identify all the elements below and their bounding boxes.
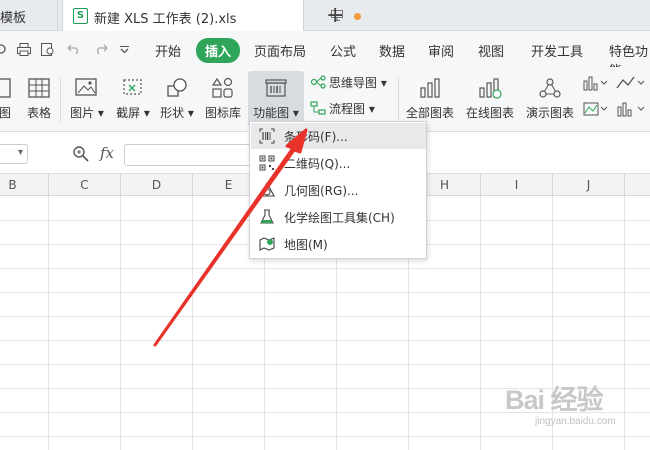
watermark-logo: Bai 经验: [505, 385, 604, 415]
mindmap-button[interactable]: 思维导图 ▾: [329, 74, 387, 91]
new-tab-plus-icon: +: [326, 3, 345, 28]
geometry-menu-label: 几何图(RG)...: [284, 184, 359, 198]
online-chart-tool[interactable]: 在线图表: [462, 71, 518, 127]
toolbar-separator: [398, 77, 399, 123]
menu-formulas[interactable]: 公式: [330, 41, 356, 60]
area-chart-small-icon[interactable]: [583, 101, 609, 117]
barcode-menu-label: 条形码(F)...: [284, 130, 348, 144]
menu-data[interactable]: 数据: [379, 41, 405, 60]
function-chart-icon: [265, 79, 287, 97]
column-header-c[interactable]: C: [49, 174, 121, 196]
column-header-j[interactable]: J: [553, 174, 625, 196]
tab-bar: 模板 S 新建 XLS 工作表 (2).xls +: [0, 0, 650, 32]
qrcode-menu-label: 二维码(Q)...: [284, 157, 351, 171]
unsaved-dot-icon: [354, 13, 361, 20]
fx-icon[interactable]: fx: [100, 144, 114, 162]
pivot-chart-icon: [0, 78, 11, 98]
flowchart-button[interactable]: 流程图 ▾: [329, 100, 375, 117]
map-menu-item[interactable]: 地图(M): [251, 231, 426, 257]
online-chart-label: 在线图表: [465, 106, 514, 120]
tab-template[interactable]: 模板: [0, 0, 58, 31]
all-charts-label: 全部图表: [405, 106, 454, 120]
map-menu-label: 地图(M): [284, 238, 328, 252]
menu-view[interactable]: 视图: [478, 41, 504, 60]
line-chart-small-icon[interactable]: [616, 75, 646, 91]
undo-icon[interactable]: [67, 43, 81, 55]
all-charts-tool[interactable]: 全部图表: [402, 71, 458, 127]
geometry-menu-item[interactable]: 几何图(RG)...: [251, 177, 426, 203]
table-icon: [28, 78, 50, 98]
function-chart-tool[interactable]: 功能图 ▾: [248, 71, 304, 127]
pivot-chart-tool[interactable]: 图: [0, 71, 18, 127]
flask-icon: [260, 209, 274, 224]
zoom-search-icon[interactable]: [72, 145, 90, 163]
map-icon: [259, 237, 275, 251]
icon-library-icon: [211, 77, 233, 98]
pivot-chart-label: 图: [0, 106, 11, 120]
function-chart-dropdown: 条形码(F)... 二维码(Q)... 几何图(RG)... 化学绘图工具集(C…: [249, 121, 427, 259]
picture-label: 图片 ▾: [70, 106, 104, 120]
menu-developer[interactable]: 开发工具: [531, 41, 583, 60]
table-tool[interactable]: 表格: [22, 71, 56, 127]
print-icon[interactable]: [17, 43, 31, 56]
tab-template-label: 模板: [0, 11, 27, 26]
screenshot-icon: [123, 79, 142, 95]
icon-library-label: 图标库: [204, 106, 241, 120]
picture-tool[interactable]: 图片 ▾: [66, 71, 108, 127]
barcode-icon: [259, 128, 275, 144]
table-label: 表格: [26, 106, 51, 120]
ribbon-menu: 开始 插入 页面布局 公式 数据 审阅 视图 开发工具 特色功能: [0, 31, 650, 79]
chemistry-menu-label: 化学绘图工具集(CH): [284, 211, 395, 225]
qrcode-menu-item[interactable]: 二维码(Q)...: [251, 150, 426, 176]
redo-icon[interactable]: [94, 43, 108, 55]
screenshot-label: 截屏 ▾: [116, 106, 150, 120]
print-preview-icon[interactable]: [41, 43, 55, 56]
quick-access-dropdown-icon[interactable]: [120, 46, 129, 53]
menu-review[interactable]: 审阅: [428, 41, 454, 60]
menu-home[interactable]: 开始: [155, 41, 181, 60]
qrcode-icon: [259, 155, 275, 171]
tab-workbook[interactable]: S 新建 XLS 工作表 (2).xls: [62, 0, 361, 32]
column-chart-small-icon[interactable]: [616, 101, 646, 117]
watermark: Bai 经验 jingyan.baidu.com: [505, 378, 645, 438]
grid-line: [0, 340, 650, 341]
new-tab-button[interactable]: +: [326, 3, 344, 28]
shape-label: 形状 ▾: [160, 106, 194, 120]
barcode-menu-item[interactable]: 条形码(F)...: [251, 123, 426, 149]
folder-icon[interactable]: [0, 43, 8, 55]
demo-chart-tool[interactable]: 演示图表: [522, 71, 578, 127]
grid-line: [0, 316, 650, 317]
chemistry-menu-item[interactable]: 化学绘图工具集(CH): [251, 204, 426, 230]
shape-icon: [167, 78, 187, 97]
function-chart-label: 功能图 ▾: [253, 106, 299, 120]
screenshot-tool[interactable]: 截屏 ▾: [112, 71, 154, 127]
menu-page-layout[interactable]: 页面布局: [254, 41, 306, 60]
menu-insert[interactable]: 插入: [196, 38, 241, 63]
demo-chart-icon: [539, 78, 561, 98]
column-header-d[interactable]: D: [121, 174, 193, 196]
flowchart-icon: [310, 101, 326, 115]
bar-chart-small-icon[interactable]: [583, 75, 609, 91]
all-charts-icon: [420, 78, 440, 98]
mindmap-icon: [310, 75, 326, 89]
toolbar-separator: [60, 77, 61, 123]
grid-line: [0, 292, 650, 293]
shape-tool[interactable]: 形状 ▾: [156, 71, 198, 127]
geometry-icon: [259, 182, 275, 197]
spreadsheet-icon: S: [73, 8, 88, 24]
grid-line: [0, 268, 650, 269]
tab-workbook-title: 新建 XLS 工作表 (2).xls: [94, 12, 237, 27]
watermark-url: jingyan.baidu.com: [535, 416, 616, 427]
grid-line: [0, 364, 650, 365]
demo-chart-label: 演示图表: [525, 106, 574, 120]
column-header-i[interactable]: I: [481, 174, 553, 196]
name-box[interactable]: ▾: [0, 144, 28, 164]
column-header-b[interactable]: B: [0, 174, 49, 196]
picture-icon: [75, 78, 97, 96]
name-box-chevron-icon[interactable]: ▾: [18, 147, 23, 158]
icon-library-tool[interactable]: 图标库: [202, 71, 244, 127]
online-chart-icon: [479, 78, 502, 99]
